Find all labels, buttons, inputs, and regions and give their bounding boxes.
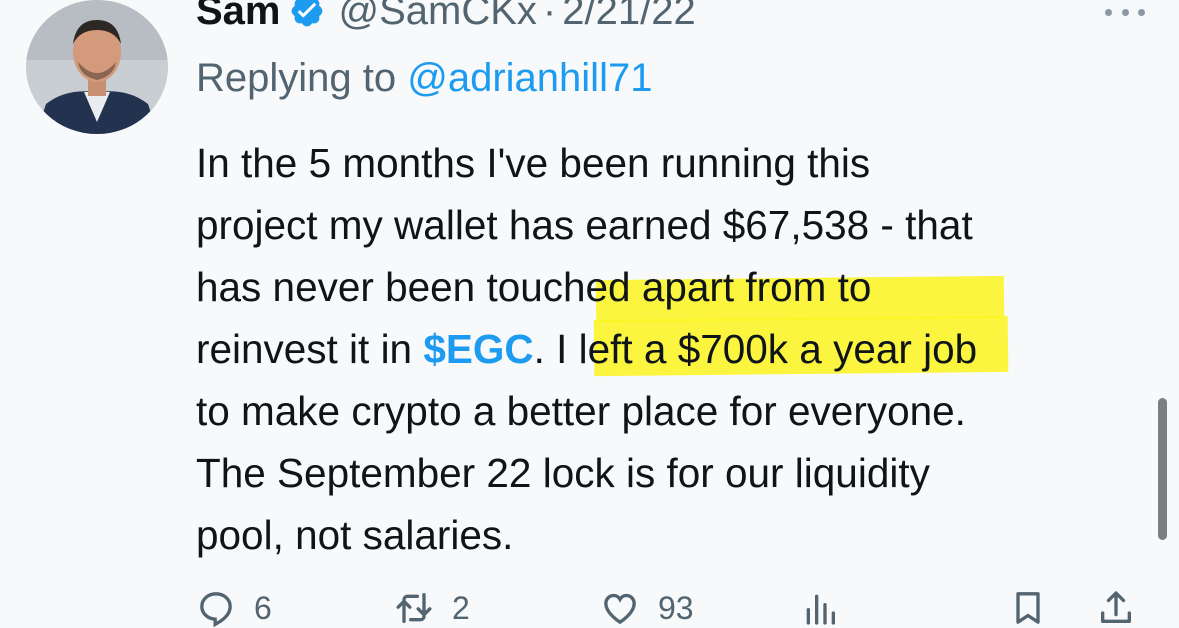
reply-count: 6 [254, 590, 272, 626]
tweet-text: In the 5 months I've been running this p… [196, 132, 1156, 566]
tweet-line: has never been touched apart from to [196, 256, 1156, 318]
separator-dot: · [542, 0, 557, 33]
cashtag-link[interactable]: $EGC [423, 326, 533, 372]
like-button[interactable]: 93 [600, 588, 694, 628]
like-count: 93 [658, 590, 694, 626]
retweet-count: 2 [452, 590, 470, 626]
tweet-line: pool, not salaries. [196, 504, 1156, 566]
tweet-date[interactable]: 2/21/22 [562, 0, 695, 34]
tweet-line: In the 5 months I've been running this [196, 132, 1156, 194]
tweet-line-text: reinvest it in [196, 326, 424, 372]
bookmark-button[interactable] [1008, 588, 1066, 628]
tweet-line-text: The September 22 lock is for our liquidi… [196, 450, 930, 496]
verified-badge-icon [291, 0, 322, 27]
avatar-image [26, 0, 168, 134]
tweet-line-text: . I left a $700k a year job [533, 326, 978, 372]
more-dot [1105, 8, 1112, 16]
reply-icon [200, 592, 232, 628]
tweet-line-text: pool, not salaries. [196, 512, 514, 558]
tweet-line: to make crypto a better place for everyo… [196, 380, 1156, 442]
share-icon [1101, 591, 1131, 623]
tweet-actions: 6 2 93 [196, 588, 1156, 628]
scrollbar-thumb[interactable] [1158, 398, 1167, 540]
tweet-line-text: to make crypto a better place for everyo… [196, 388, 966, 434]
author-name[interactable]: Sam [196, 0, 281, 34]
replying-to-label: Replying to [196, 56, 397, 100]
bookmark-icon [1016, 592, 1040, 624]
views-chart-icon [806, 594, 835, 625]
tweet-line-text: In the 5 months I've been running this [196, 140, 871, 186]
more-dot [1121, 8, 1129, 16]
tweet-line-text: project my wallet has earned $67,538 - t… [196, 202, 973, 248]
tweet-line: reinvest it in $EGC. I left a $700k a ye… [196, 318, 1156, 380]
avatar[interactable] [26, 0, 168, 134]
tweet-line: The September 22 lock is for our liquidi… [196, 442, 1156, 504]
reply-mention-link[interactable]: @adrianhill71 [407, 56, 652, 100]
author-handle[interactable]: @SamCKx [339, 0, 537, 34]
share-button[interactable] [1096, 588, 1154, 628]
tweet-line-text: has never been touched apart from to [196, 264, 872, 310]
heart-icon [604, 593, 636, 625]
replying-to-line: Replying to @adrianhill71 [196, 56, 652, 101]
retweet-button[interactable]: 2 [394, 588, 470, 628]
tweet-line: project my wallet has earned $67,538 - t… [196, 194, 1156, 256]
more-options-icon[interactable] [1105, 6, 1145, 18]
more-dot [1138, 8, 1145, 16]
views-button[interactable] [800, 588, 858, 628]
reply-button[interactable]: 6 [196, 588, 272, 628]
tweet-header: Sam @SamCKx · 2/21/22 [196, 0, 696, 36]
retweet-icon [396, 593, 432, 623]
